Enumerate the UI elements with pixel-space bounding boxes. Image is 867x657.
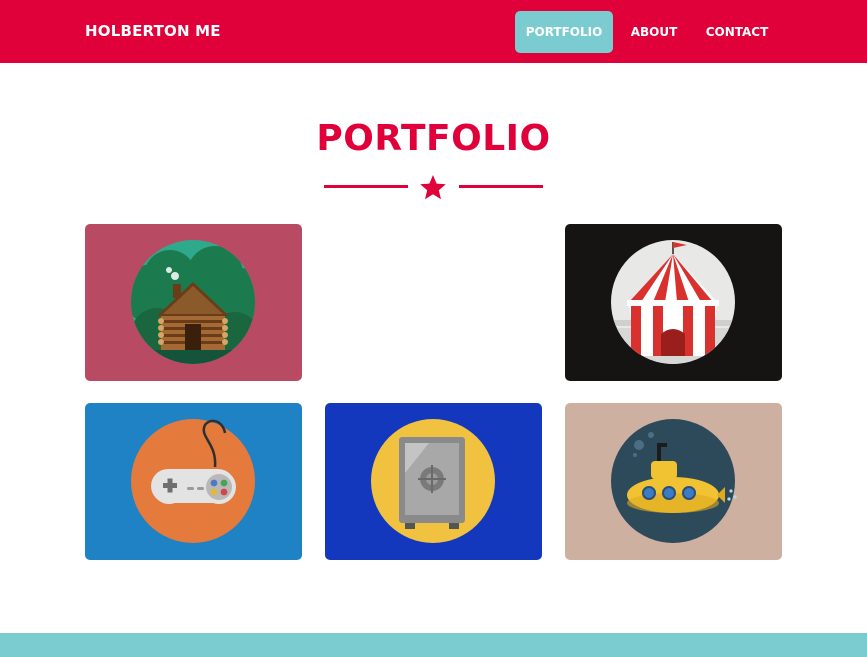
brand-logo[interactable]: HOLBERTON ME <box>85 22 221 40</box>
navbar: HOLBERTON ME PORTFOLIO ABOUT CONTACT <box>0 0 867 63</box>
nav-about[interactable]: ABOUT <box>622 11 686 53</box>
star-icon <box>418 173 448 203</box>
game-controller-icon <box>131 419 255 543</box>
submarine-icon <box>611 419 737 543</box>
portfolio-tile-cabin[interactable] <box>85 224 302 381</box>
divider-line-left <box>324 185 408 188</box>
safe-icon <box>371 419 495 543</box>
log-cabin-icon <box>131 240 255 364</box>
portfolio-tile-controller[interactable] <box>85 403 302 560</box>
divider-line-right <box>459 185 543 188</box>
footer-strip <box>0 633 867 657</box>
portfolio-tile-safe[interactable] <box>325 403 542 560</box>
nav-portfolio[interactable]: PORTFOLIO <box>515 11 613 53</box>
portfolio-tile-submarine[interactable] <box>565 403 782 560</box>
nav-contact[interactable]: CONTACT <box>696 11 778 53</box>
portfolio-tile-circus[interactable] <box>565 224 782 381</box>
circus-tent-icon <box>611 240 735 364</box>
portfolio-title: PORTFOLIO <box>316 118 551 159</box>
